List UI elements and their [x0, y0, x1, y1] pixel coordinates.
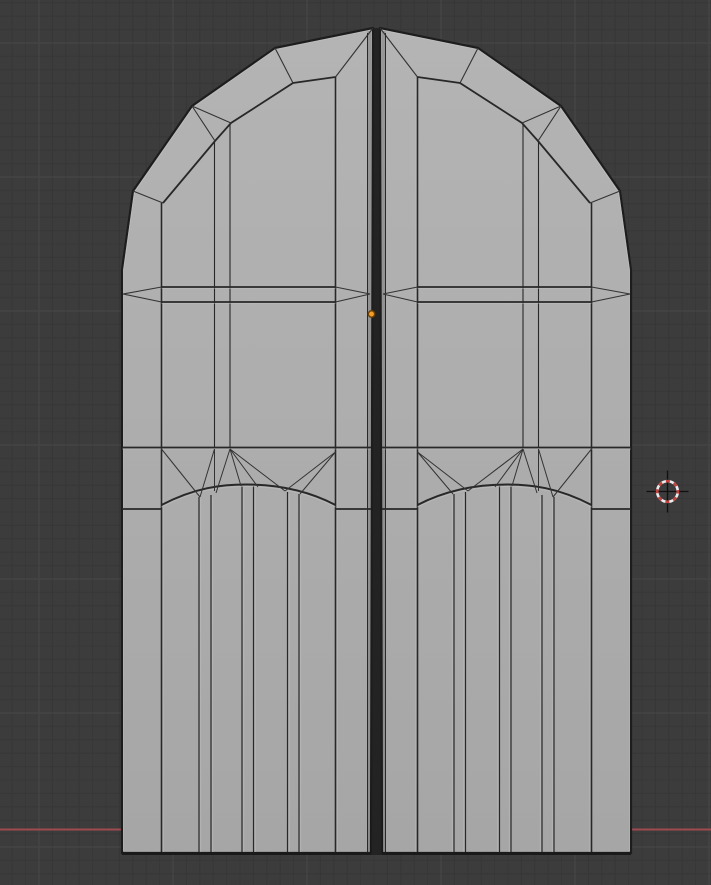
door-bottom-edge [382, 852, 631, 855]
door-left-panel[interactable] [120, 26, 375, 855]
door-right-panel[interactable] [378, 26, 633, 855]
viewport-3d[interactable] [0, 0, 711, 885]
gap-bevel [367, 31, 371, 853]
viewport-canvas[interactable] [0, 0, 711, 885]
gap-bevel [382, 31, 386, 853]
object-origin-point[interactable] [367, 310, 376, 318]
door-bottom-edge [122, 852, 371, 855]
